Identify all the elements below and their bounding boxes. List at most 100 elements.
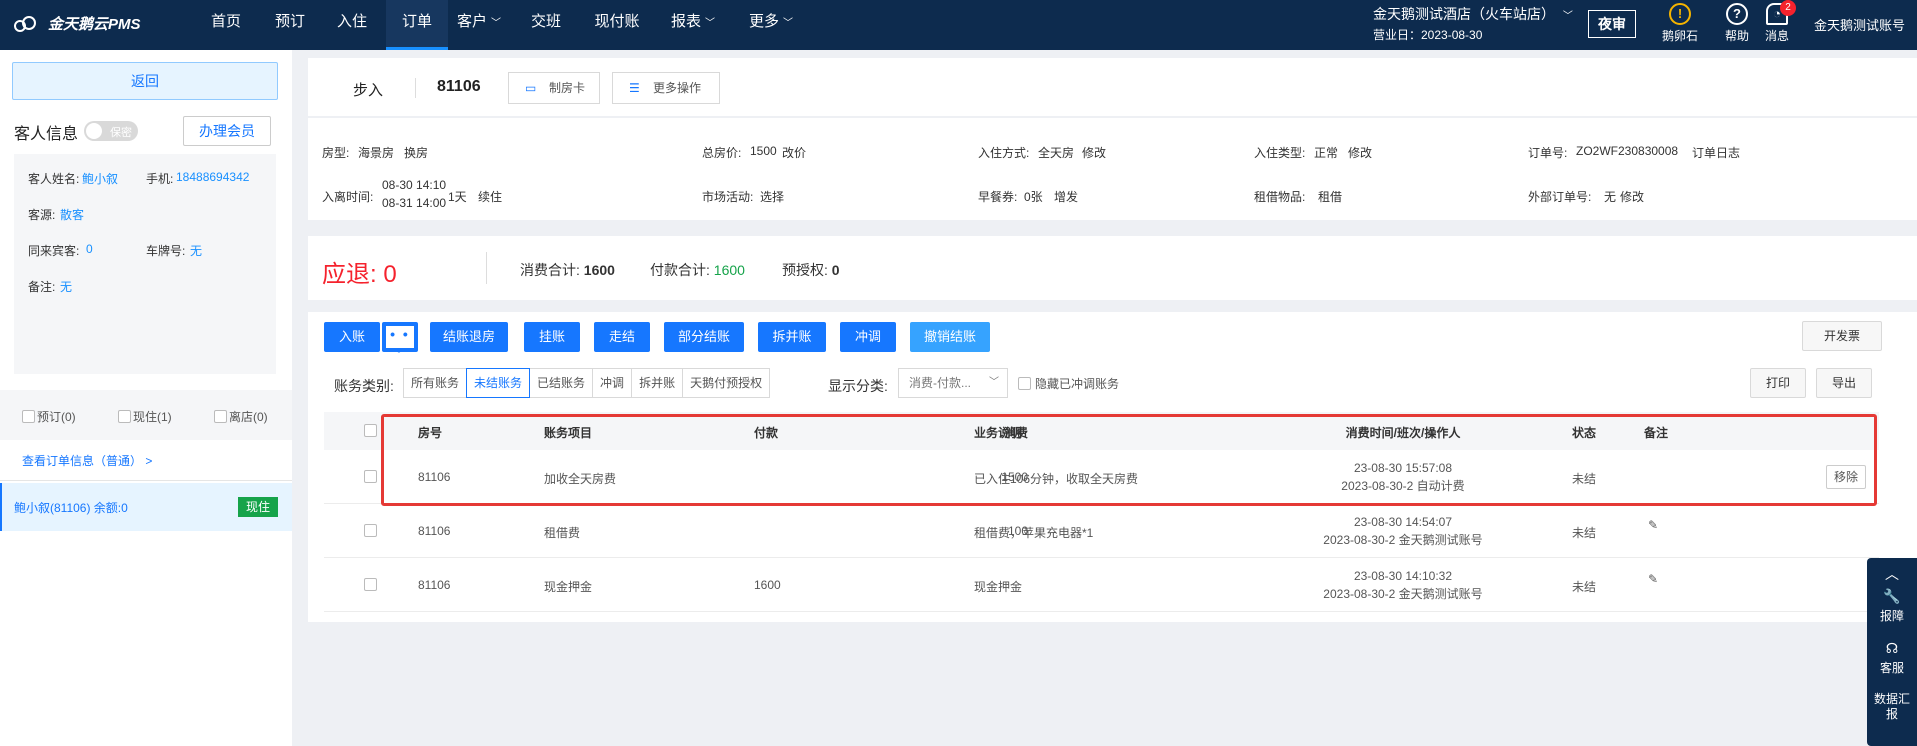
row-checkbox[interactable] bbox=[364, 524, 377, 537]
refund-value: 0 bbox=[383, 261, 397, 288]
messages-button[interactable]: ◔ 2 消息 bbox=[1752, 0, 1802, 44]
companions-label: 同来宾客: bbox=[28, 244, 80, 258]
print-button[interactable]: 打印 bbox=[1750, 368, 1806, 398]
privacy-toggle[interactable]: 保密 bbox=[84, 121, 138, 141]
display-category-select[interactable]: 消费-付款... ﹀ bbox=[898, 368, 1008, 398]
account-name: 金天鹅测试账号 bbox=[1814, 18, 1906, 33]
make-card-button[interactable]: ▭ 制房卡 bbox=[508, 72, 600, 104]
companions-value[interactable]: 0 bbox=[86, 242, 93, 256]
customer-service-button[interactable]: ☊ 客服 bbox=[1867, 640, 1917, 676]
data-report-label: 数据汇报 bbox=[1873, 692, 1910, 721]
change-room-link[interactable]: 换房 bbox=[404, 144, 428, 161]
split-merge-button[interactable]: 拆并账 bbox=[758, 322, 826, 352]
view-order-link[interactable]: 查看订单信息（普通） > bbox=[22, 452, 152, 469]
more-operations-button[interactable]: ☰ 更多操作 bbox=[612, 72, 720, 104]
back-button[interactable]: 返回 bbox=[12, 62, 278, 100]
report-issue-button[interactable]: 🔧 报障 bbox=[1867, 588, 1917, 624]
nav-orders[interactable]: 订单 bbox=[386, 0, 448, 50]
phone-value[interactable]: 18488694342 bbox=[176, 170, 249, 184]
table-row[interactable]: 81106 租借费 100 租借费，苹果充电器*1 23-08-30 14:54… bbox=[324, 504, 1879, 558]
checkout-button[interactable]: 结账退房 bbox=[430, 322, 508, 352]
preauth-value: 0 bbox=[831, 262, 840, 278]
filter-departed-label: 离店(0) bbox=[229, 410, 268, 424]
register-member-button[interactable]: 办理会员 bbox=[183, 116, 271, 146]
market-activity-select-link[interactable]: 选择 bbox=[760, 188, 784, 205]
checkbox bbox=[118, 410, 131, 423]
extend-stay-link[interactable]: 续住 bbox=[478, 188, 502, 205]
edit-remark-icon[interactable]: ✎ bbox=[1648, 518, 1658, 532]
table-row[interactable]: 81106 加收全天房费 1500 已入住106分钟，收取全天房费 23-08-… bbox=[324, 450, 1879, 504]
invoice-button[interactable]: 开发票 bbox=[1802, 321, 1882, 351]
post-charge-button[interactable]: 入账 bbox=[324, 322, 380, 352]
rental-link[interactable]: 租借 bbox=[1318, 188, 1342, 205]
table-row[interactable]: 81106 现金押金 1600 现金押金 23-08-30 14:10:32 2… bbox=[324, 558, 1879, 612]
nav-more-label: 更多 bbox=[748, 13, 779, 30]
stay-time-label: 入离时间: bbox=[322, 190, 374, 204]
edit-external-order-link[interactable]: 修改 bbox=[1620, 188, 1644, 205]
hotel-switcher[interactable]: 金天鹅测试酒店（火车站店） ﹀ 营业日：2023-08-30 bbox=[1373, 5, 1573, 44]
nav-shift[interactable]: 交班 bbox=[516, 0, 576, 50]
scroll-top-button[interactable]: ︿ bbox=[1867, 564, 1917, 586]
list-icon: ☰ bbox=[629, 81, 640, 95]
seg-all[interactable]: 所有账务 bbox=[403, 368, 468, 398]
nav-customers[interactable]: 客户 ﹀ bbox=[448, 0, 510, 50]
brand-logo[interactable]: 金天鹅云PMS bbox=[14, 13, 141, 34]
stay-filters: 预订(0) 现住(1) 离店(0) bbox=[0, 390, 292, 440]
edit-remark-icon[interactable]: ✎ bbox=[1648, 572, 1658, 586]
row-checkbox[interactable] bbox=[364, 578, 377, 591]
nav-booking[interactable]: 预订 bbox=[260, 0, 320, 50]
nav-cash-account[interactable]: 现付账 bbox=[584, 0, 650, 50]
filter-in-house[interactable]: 现住(1) bbox=[118, 408, 172, 425]
adjust-button[interactable]: 冲调 bbox=[840, 322, 896, 352]
filter-departed[interactable]: 离店(0) bbox=[214, 408, 268, 425]
seg-preauth[interactable]: 天鹅付预授权 bbox=[682, 368, 771, 398]
export-button[interactable]: 导出 bbox=[1816, 368, 1872, 398]
source-value[interactable]: 散客 bbox=[60, 206, 84, 223]
edit-checkin-type-link[interactable]: 修改 bbox=[1348, 144, 1372, 161]
data-report-button[interactable]: 数据汇报 bbox=[1872, 692, 1912, 722]
edit-checkin-method-link[interactable]: 修改 bbox=[1082, 144, 1106, 161]
cell-time: 23-08-30 14:54:07 bbox=[1353, 515, 1453, 529]
nav-reports[interactable]: 报表 ﹀ bbox=[662, 0, 724, 50]
external-order-value: 无 bbox=[1604, 190, 1617, 204]
pebble-button[interactable]: ! 鹅卵石 bbox=[1655, 3, 1705, 44]
partial-checkout-button[interactable]: 部分结账 bbox=[664, 322, 744, 352]
floating-toolbar: ︿ 🔧 报障 ☊ 客服 数据汇报 bbox=[1867, 558, 1917, 746]
business-date: 营业日：2023-08-30 bbox=[1373, 28, 1483, 42]
cell-shift: 2023-08-30-2 自动计费 bbox=[1341, 479, 1465, 493]
room-header: 步入 81106 ▭ 制房卡 ☰ 更多操作 bbox=[308, 58, 1917, 116]
add-breakfast-link[interactable]: 增发 bbox=[1054, 188, 1078, 205]
nav-customers-label: 客户 bbox=[456, 13, 487, 30]
remove-button[interactable]: 移除 bbox=[1826, 465, 1866, 489]
nav-home[interactable]: 首页 bbox=[196, 0, 256, 50]
consume-total: 消费合计: 1600 bbox=[520, 260, 615, 280]
checkin-method-value: 全天房 bbox=[1038, 146, 1075, 160]
row-checkbox[interactable] bbox=[364, 470, 377, 483]
filter-booked[interactable]: 预订(0) bbox=[22, 408, 76, 425]
post-more-button[interactable]: • • • bbox=[382, 322, 418, 358]
cancel-checkout-button[interactable]: 撤销结账 bbox=[910, 322, 990, 352]
nav-checkin[interactable]: 入住 bbox=[322, 0, 382, 50]
room-type-value: 海景房 bbox=[358, 146, 395, 160]
hang-account-button[interactable]: 挂账 bbox=[524, 322, 580, 352]
cell-description: 租借费，苹果充电器*1 bbox=[974, 526, 1094, 540]
nav-more[interactable]: 更多 ﹀ bbox=[740, 0, 802, 50]
select-all-checkbox[interactable] bbox=[364, 424, 377, 437]
seg-adjust[interactable]: 冲调 bbox=[592, 368, 633, 398]
ledger-panel: 入账 • • • 结账退房 挂账 走结 部分结账 拆并账 冲调 撤销结账 开发票… bbox=[308, 312, 1917, 622]
order-log-link[interactable]: 订单日志 bbox=[1692, 144, 1740, 161]
night-audit-button[interactable]: 夜审 bbox=[1588, 10, 1636, 38]
walk-checkout-button[interactable]: 走结 bbox=[594, 322, 650, 352]
guest-list-item[interactable]: 鲍小叙(81106) 余额:0 现住 bbox=[0, 483, 292, 531]
plate-value[interactable]: 无 bbox=[190, 242, 202, 259]
seg-settled[interactable]: 已结账务 bbox=[529, 368, 594, 398]
account-menu[interactable]: 金天鹅测试账号 bbox=[1814, 15, 1905, 34]
seg-split-merge[interactable]: 拆并账 bbox=[631, 368, 684, 398]
remark-value[interactable]: 无 bbox=[60, 278, 72, 295]
display-category-label: 显示分类: bbox=[828, 378, 888, 394]
hide-adjusted-checkbox[interactable]: 隐藏已冲调账务 bbox=[1018, 375, 1119, 392]
change-price-link[interactable]: 改价 bbox=[782, 144, 806, 161]
guest-name-link[interactable]: 鲍小叙 bbox=[82, 170, 118, 187]
seg-unsettled[interactable]: 未结账务 bbox=[466, 368, 531, 398]
customer-service-label: 客服 bbox=[1879, 661, 1904, 675]
